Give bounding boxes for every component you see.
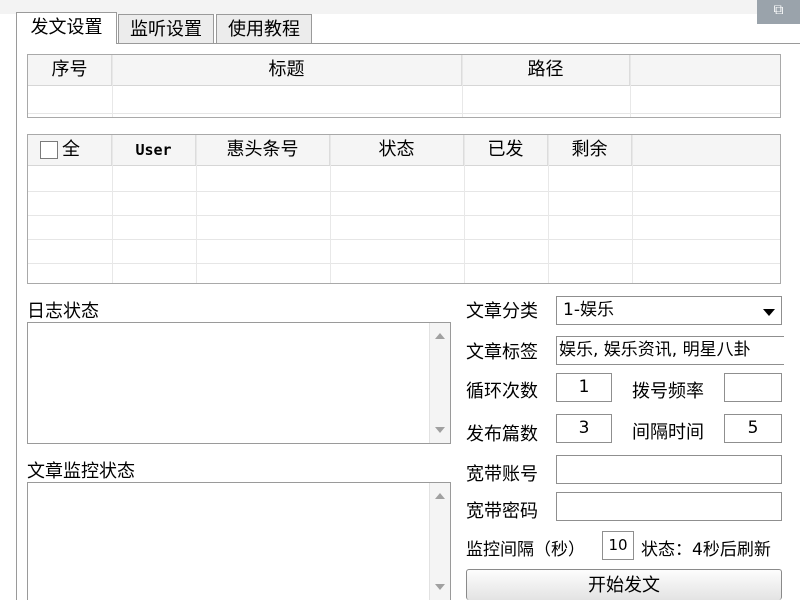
- start-posting-button[interactable]: 开始发文: [466, 569, 782, 600]
- table-row[interactable]: [28, 215, 780, 216]
- column-divider: [330, 135, 331, 283]
- monitor-interval-label: 监控间隔（秒）: [466, 540, 585, 560]
- column-header-title[interactable]: 标题: [112, 55, 462, 85]
- chevron-down-icon[interactable]: [763, 309, 775, 316]
- log-status-label: 日志状态: [27, 301, 99, 322]
- column-header-empty: [630, 55, 780, 85]
- table-row[interactable]: [28, 263, 780, 264]
- column-divider: [630, 55, 631, 117]
- tab-tutorial[interactable]: 使用教程: [216, 14, 312, 44]
- monitor-status-label: 文章监控状态: [27, 461, 135, 482]
- monitor-status-textarea[interactable]: [27, 482, 451, 600]
- monitor-interval-input[interactable]: 10: [602, 531, 634, 560]
- broadband-account-label: 宽带账号: [466, 464, 538, 485]
- table-row[interactable]: [28, 113, 780, 114]
- broadband-account-input[interactable]: [556, 455, 782, 484]
- column-divider: [196, 135, 197, 283]
- tags-input[interactable]: 娱乐, 娱乐资讯, 明星八卦: [556, 336, 784, 365]
- broadband-password-input[interactable]: [556, 492, 782, 521]
- article-grid[interactable]: 序号 标题 路径: [27, 54, 781, 118]
- category-label: 文章分类: [466, 301, 538, 322]
- scroll-down-arrow-icon[interactable]: [435, 427, 445, 433]
- loop-count-label: 循环次数: [466, 381, 538, 402]
- scroll-up-arrow-icon[interactable]: [435, 493, 445, 499]
- column-divider: [632, 135, 633, 283]
- column-header-user[interactable]: User: [112, 135, 196, 165]
- article-grid-header: 序号 标题 路径: [28, 55, 780, 86]
- column-header-status[interactable]: 状态: [330, 135, 464, 165]
- column-divider: [462, 55, 463, 117]
- tab-monitor-settings[interactable]: 监听设置: [118, 14, 214, 44]
- post-count-label: 发布篇数: [466, 424, 538, 445]
- select-all-label: 全: [62, 139, 80, 160]
- scroll-down-arrow-icon[interactable]: [435, 584, 445, 590]
- column-divider: [112, 135, 113, 283]
- broadband-password-label: 宽带密码: [466, 501, 538, 522]
- loop-count-input[interactable]: 1: [556, 373, 612, 402]
- column-header-path[interactable]: 路径: [462, 55, 630, 85]
- log-scrollbar[interactable]: [429, 323, 450, 443]
- refresh-status-text: 状态：4秒后刷新: [641, 540, 771, 560]
- account-grid[interactable]: 全 User 惠头条号 状态 已发 剩余: [27, 134, 781, 284]
- column-header-remaining[interactable]: 剩余: [548, 135, 632, 165]
- column-header-sent[interactable]: 已发: [464, 135, 548, 165]
- select-all-checkbox[interactable]: [40, 141, 58, 159]
- monitor-scrollbar[interactable]: [429, 483, 450, 600]
- column-header-select-all[interactable]: 全: [28, 135, 112, 165]
- table-row[interactable]: [28, 191, 780, 192]
- column-divider: [464, 135, 465, 283]
- column-header-index[interactable]: 序号: [28, 55, 112, 85]
- restore-icon[interactable]: ⧉: [757, 0, 800, 24]
- account-grid-header: 全 User 惠头条号 状态 已发 剩余: [28, 135, 780, 166]
- interval-input[interactable]: 5: [724, 414, 782, 443]
- window-top-strip: [0, 0, 800, 14]
- category-select[interactable]: 1-娱乐: [556, 296, 782, 325]
- interval-label: 间隔时间: [632, 422, 704, 443]
- category-selected-value: 1-娱乐: [563, 300, 614, 320]
- scroll-up-arrow-icon[interactable]: [435, 333, 445, 339]
- table-row[interactable]: [28, 239, 780, 240]
- dial-frequency-label: 拨号频率: [632, 381, 704, 402]
- column-header-account[interactable]: 惠头条号: [196, 135, 330, 165]
- column-divider: [548, 135, 549, 283]
- column-divider: [112, 55, 113, 117]
- tab-post-settings[interactable]: 发文设置: [16, 12, 117, 44]
- dial-frequency-input[interactable]: [724, 373, 782, 402]
- tags-label: 文章标签: [466, 342, 538, 363]
- log-status-textarea[interactable]: [27, 322, 451, 444]
- post-count-input[interactable]: 3: [556, 414, 612, 443]
- column-header-empty: [632, 135, 780, 165]
